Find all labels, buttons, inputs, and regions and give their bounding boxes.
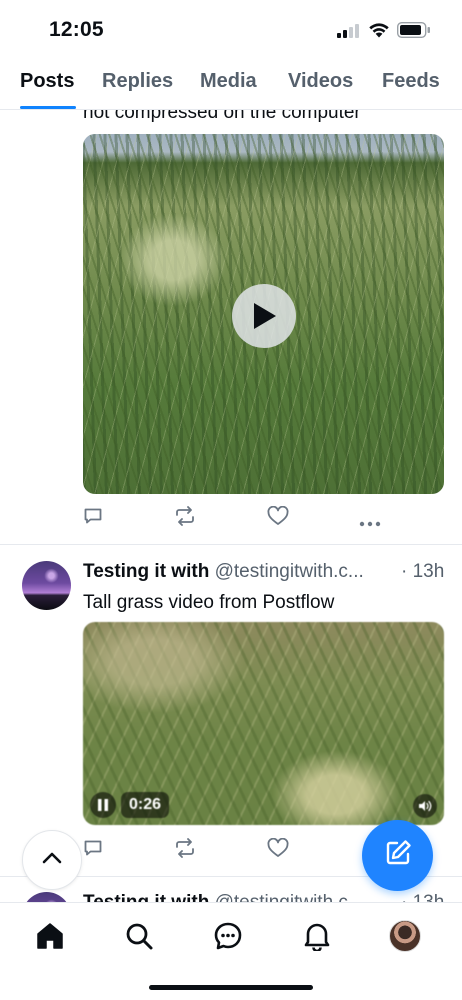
repost-icon[interactable]	[174, 838, 196, 863]
author-handle[interactable]: @testingitwith.c...	[215, 892, 364, 902]
author-name[interactable]: Testing it with	[83, 892, 209, 902]
post-header: Testing it with @testingitwith.c... · 13…	[83, 561, 445, 583]
post-text: not compressed on the computer	[83, 110, 361, 123]
video-player[interactable]: 0:26	[83, 622, 444, 825]
like-icon[interactable]	[267, 837, 289, 863]
tab-replies[interactable]: Replies	[102, 70, 173, 93]
post-actions	[83, 837, 393, 863]
like-icon[interactable]	[267, 505, 289, 531]
pause-icon[interactable]	[90, 792, 116, 818]
scroll-to-top-button[interactable]	[22, 830, 82, 890]
tab-posts[interactable]: Posts	[20, 70, 74, 93]
cellular-signal-icon	[337, 24, 359, 43]
profile-tabs: Posts Replies Media Videos Feeds	[0, 62, 462, 110]
post-time: · 13h	[401, 561, 445, 582]
compose-button[interactable]	[362, 820, 433, 891]
post-time: · 13h	[401, 892, 444, 902]
messages-icon[interactable]	[211, 919, 245, 953]
home-icon[interactable]	[33, 919, 67, 953]
reply-icon[interactable]	[83, 506, 103, 531]
home-indicator	[149, 985, 313, 990]
search-icon[interactable]	[122, 919, 156, 953]
post-actions	[83, 505, 393, 532]
profile-tab[interactable]	[388, 919, 422, 953]
post-header: Testing it with @testingitwith.c... · 13…	[83, 892, 445, 902]
tab-media[interactable]: Media	[200, 70, 257, 93]
notifications-icon[interactable]	[300, 919, 334, 953]
avatar[interactable]	[22, 561, 71, 610]
avatar[interactable]	[22, 892, 71, 902]
status-time: 12:05	[49, 18, 104, 41]
tab-feeds[interactable]: Feeds	[382, 70, 440, 93]
active-tab-indicator	[20, 106, 76, 109]
play-icon[interactable]	[232, 284, 296, 348]
post-text: Tall grass video from Postflow	[83, 592, 335, 613]
battery-icon	[396, 21, 431, 43]
tab-videos[interactable]: Videos	[288, 70, 353, 93]
compose-icon	[383, 838, 413, 873]
author-handle[interactable]: @testingitwith.c...	[215, 561, 364, 582]
author-name[interactable]: Testing it with	[83, 561, 209, 582]
mute-toggle-icon[interactable]	[413, 794, 437, 818]
post-feed[interactable]: not compressed on the computer Testing i…	[0, 110, 462, 902]
status-bar: 12:05	[0, 0, 462, 62]
post-divider	[0, 544, 462, 545]
profile-avatar	[389, 920, 421, 952]
reply-icon[interactable]	[83, 838, 103, 863]
chevron-up-icon	[42, 851, 62, 869]
repost-icon[interactable]	[174, 506, 196, 531]
video-duration: 0:26	[121, 792, 170, 818]
video-thumbnail[interactable]	[83, 134, 444, 494]
more-icon[interactable]	[359, 514, 381, 532]
wifi-icon	[368, 21, 390, 43]
